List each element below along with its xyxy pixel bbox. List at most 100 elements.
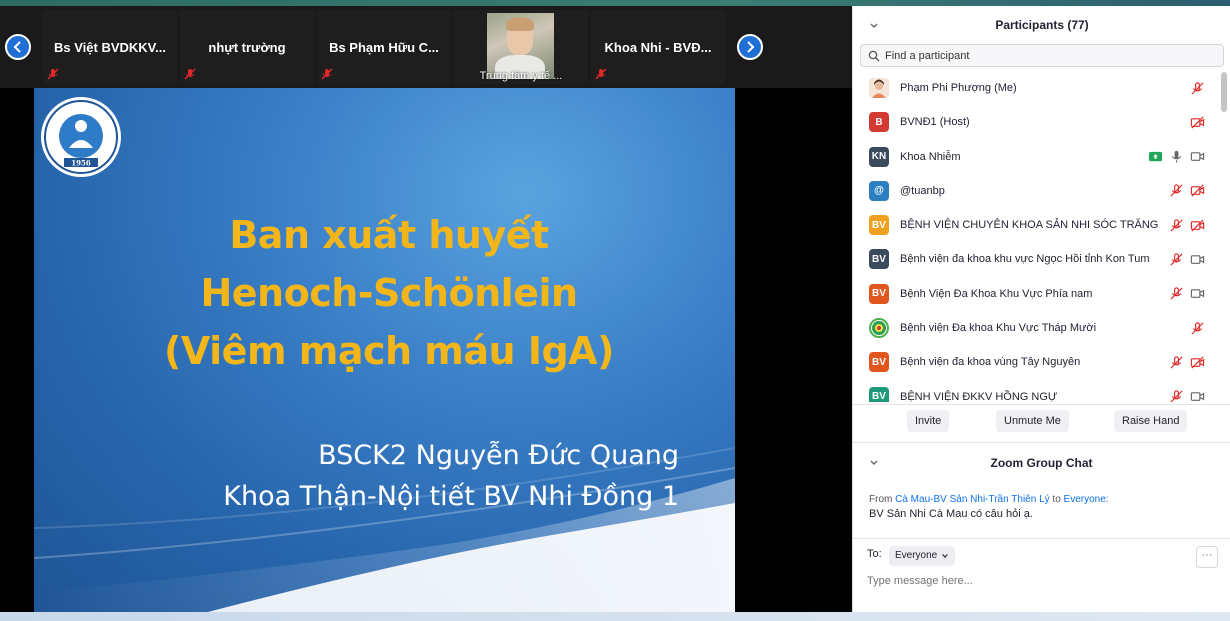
thumbnail-name: Khoa Nhi - BVĐ... (604, 40, 712, 55)
video-off-icon[interactable] (1190, 183, 1205, 198)
participant-scrollbar[interactable] (1221, 72, 1227, 398)
divider (853, 442, 1230, 443)
hospital-badge-icon (872, 321, 886, 336)
video-thumbnail-strip: Bs Việt BVDKKV... nhựt trường Bs Phạm Hữ… (0, 6, 852, 88)
participants-title: Participants (77) (995, 18, 1089, 32)
participant-name: Bệnh viện đa khoa khu vực Ngọc Hồi tỉnh … (900, 253, 1150, 266)
mic-muted-icon[interactable] (1190, 81, 1205, 96)
hospital-logo: 1956 (41, 97, 121, 177)
mic-muted-icon (47, 68, 59, 80)
recipient-name[interactable]: Everyone: (1064, 494, 1109, 505)
mic-muted-icon[interactable] (1169, 389, 1184, 402)
participant-row[interactable]: BV BỆNH VIỆN CHUYÊN KHOA SẢN NHI SÓC TRĂ… (853, 209, 1221, 243)
thumbnail-name: Trung tâm y tế ... (479, 70, 563, 82)
avatar: BV (869, 215, 889, 236)
video-off-icon[interactable] (1190, 218, 1205, 233)
participant-list[interactable]: Phạm Phi Phượng (Me) B BVNĐ1 (Host) KN K… (853, 72, 1221, 402)
video-icon[interactable] (1190, 149, 1205, 164)
avatar: BV (869, 352, 889, 373)
logo-year: 1956 (71, 159, 91, 168)
invite-button[interactable]: Invite (907, 410, 950, 432)
mic-muted-icon[interactable] (1169, 183, 1184, 198)
mic-muted-icon (184, 68, 196, 80)
mic-muted-icon[interactable] (1190, 321, 1205, 336)
participant-row[interactable]: BV Bệnh viện đa khoa khu vực Ngọc Hồi tỉ… (853, 243, 1221, 277)
search-placeholder: Find a participant (885, 50, 970, 62)
avatar: BV (869, 249, 889, 270)
user-photo-icon (869, 78, 889, 98)
avatar: B (869, 112, 889, 133)
participant-name: BỆNH VIỆN CHUYÊN KHOA SẢN NHI SÓC TRĂNG (900, 219, 1159, 232)
mic-muted-icon (595, 68, 607, 80)
mic-muted-icon[interactable] (1169, 286, 1184, 301)
participant-video-thumbnail[interactable]: Trung tâm y tế ... (454, 10, 588, 84)
avatar: @ (869, 180, 889, 201)
zoom-window: Bs Việt BVDKKV... nhựt trường Bs Phạm Hữ… (0, 0, 1230, 621)
participant-search-input[interactable]: Find a participant (860, 44, 1224, 67)
participant-row[interactable]: @ @tuanbp (853, 175, 1221, 209)
participant-row[interactable]: Phạm Phi Phượng (Me) (853, 72, 1221, 106)
participant-name: Bệnh viện đa khoa vùng Tây Nguyên (900, 356, 1081, 369)
video-off-icon[interactable] (1190, 115, 1205, 130)
more-options-button[interactable]: ··· (1196, 546, 1218, 568)
avatar (869, 78, 889, 98)
participant-actions: Invite Unmute Me Raise Hand (853, 410, 1230, 432)
recipient-value: Everyone (895, 550, 938, 561)
participant-name: BỆNH VIỆN ĐKKV HỒNG NGỰ (900, 390, 1058, 402)
avatar: BV (869, 386, 889, 402)
participants-header: Participants (77) (853, 6, 1230, 44)
mic-muted-icon (321, 68, 333, 80)
thumbnail-name: Bs Việt BVDKKV... (54, 40, 166, 55)
participant-name: BVNĐ1 (Host) (900, 116, 970, 129)
slide-title-line: Henoch-Schönlein (200, 271, 578, 315)
participant-name: Phạm Phi Phượng (Me) (900, 82, 1017, 94)
slide-author: BSCK2 Nguyễn Đức Quang Khoa Thận-Nội tiế… (223, 435, 679, 517)
video-off-icon[interactable] (1190, 355, 1205, 370)
participant-row[interactable]: Bệnh viện Đa khoa Khu Vực Tháp Mười (853, 312, 1221, 346)
video-icon[interactable] (1190, 389, 1205, 402)
share-screen-icon (1148, 151, 1163, 162)
presentation-slide: 1956 Ban xuất huyết Henoch-Schönlein (Vi… (34, 88, 735, 613)
chevron-right-icon (747, 41, 755, 53)
recipient-select[interactable]: Everyone (889, 546, 956, 566)
avatar (869, 318, 889, 339)
slide-title-line: (Viêm mạch máu IgA) (164, 329, 614, 373)
previous-page-button[interactable] (5, 34, 31, 60)
divider (853, 538, 1230, 539)
sender-name[interactable]: Cà Mau-BV Sản Nhi-Trần Thiên Lý (895, 494, 1050, 505)
thumbnail-name: nhựt trường (208, 40, 286, 55)
raise-hand-button[interactable]: Raise Hand (1114, 410, 1188, 432)
chat-message: From Cà Mau-BV Sản Nhi-Trần Thiên Lý to … (869, 494, 1219, 520)
video-icon[interactable] (1190, 252, 1205, 267)
participant-thumbnail[interactable]: Bs Việt BVDKKV... (43, 10, 177, 84)
participant-name: Bệnh viện Đa khoa Khu Vực Tháp Mười (900, 322, 1097, 335)
next-page-button[interactable] (737, 34, 763, 60)
participant-name: Bệnh Viện Đa Khoa Khu Vực Phía nam (900, 287, 1093, 300)
participant-thumbnail[interactable]: Khoa Nhi - BVĐ... (591, 10, 725, 84)
mic-muted-icon[interactable] (1169, 355, 1184, 370)
participant-thumbnail[interactable]: nhựt trường (180, 10, 314, 84)
shared-screen: 1956 Ban xuất huyết Henoch-Schönlein (Vi… (0, 88, 852, 621)
unmute-me-button[interactable]: Unmute Me (996, 410, 1069, 432)
participant-thumbnail[interactable]: Bs Phạm Hữu C... (317, 10, 451, 84)
divider (853, 404, 1230, 405)
chat-message-input[interactable] (867, 572, 1217, 590)
participant-row[interactable]: B BVNĐ1 (Host) (853, 106, 1221, 140)
author-name: BSCK2 Nguyễn Đức Quang (318, 440, 679, 471)
participant-row[interactable]: BV Bệnh Viện Đa Khoa Khu Vực Phía nam (853, 278, 1221, 312)
chat-sender-line: From Cà Mau-BV Sản Nhi-Trần Thiên Lý to … (869, 494, 1219, 505)
mic-muted-icon[interactable] (1169, 252, 1184, 267)
participant-row[interactable]: BV Bệnh viện đa khoa vùng Tây Nguyên (853, 346, 1221, 380)
slide-title: Ban xuất huyết Henoch-Schönlein (Viêm mạ… (124, 206, 654, 380)
avatar: KN (869, 146, 889, 167)
participant-name: Khoa Nhiễm (900, 150, 961, 163)
mic-icon[interactable] (1169, 149, 1184, 164)
avatar: BV (869, 283, 889, 304)
search-icon (868, 50, 880, 62)
video-icon[interactable] (1190, 286, 1205, 301)
to-label: To: (867, 548, 882, 560)
chat-message-text: BV Sản Nhi Cà Mau có câu hỏi ạ. (869, 508, 1033, 520)
participant-row[interactable]: KN Khoa Nhiễm (853, 141, 1221, 175)
participant-row[interactable]: BV BỆNH VIỆN ĐKKV HỒNG NGỰ (853, 381, 1221, 402)
mic-muted-icon[interactable] (1169, 218, 1184, 233)
